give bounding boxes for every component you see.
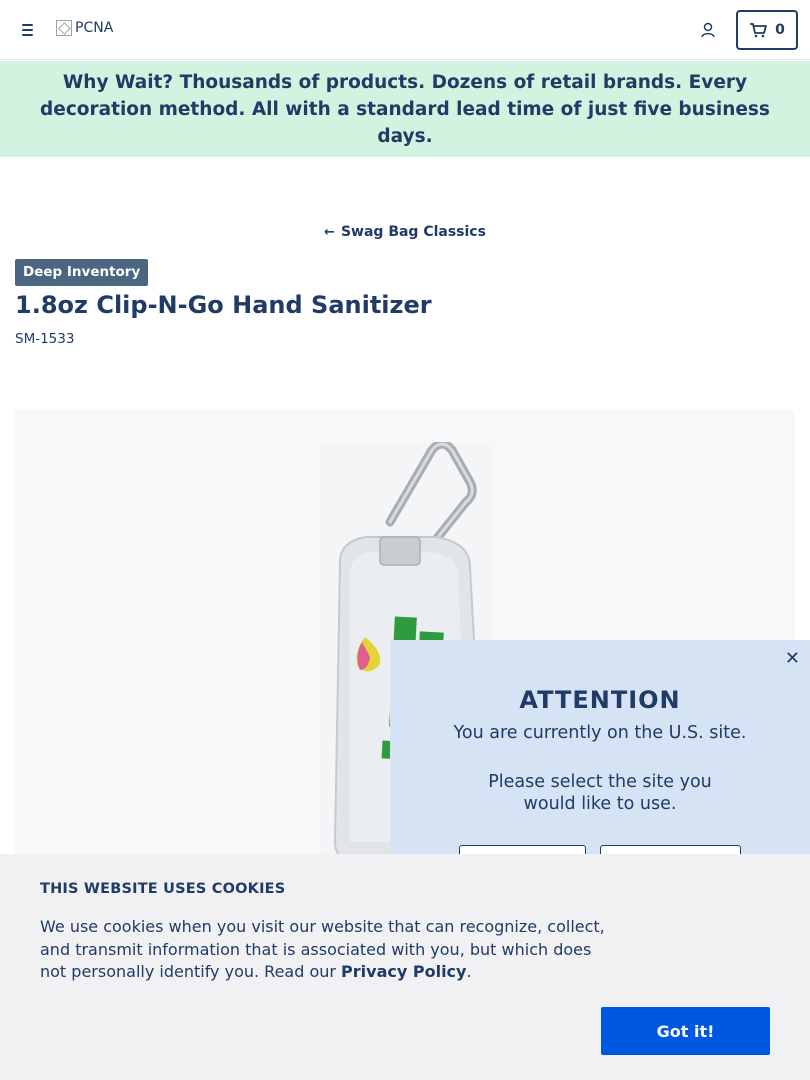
- site-header: PCNA 0: [0, 0, 810, 60]
- cart-count: 0: [775, 22, 785, 38]
- cookie-body-suffix: .: [466, 962, 472, 981]
- cart-button[interactable]: 0: [736, 10, 798, 50]
- back-to-category-link[interactable]: ← Swag Bag Classics: [0, 224, 810, 240]
- cookie-body-text: We use cookies when you visit our websit…: [40, 917, 605, 981]
- promo-text: Why Wait? Thousands of products. Dozens …: [14, 69, 796, 150]
- back-link-label: Swag Bag Classics: [340, 224, 486, 240]
- cart-icon: [750, 23, 768, 38]
- broken-image-icon: [56, 20, 72, 36]
- accept-cookies-button[interactable]: Got it!: [601, 1007, 770, 1055]
- cookie-banner: THIS WEBSITE USES COOKIES We use cookies…: [0, 854, 810, 1080]
- promo-lead: Why Wait?: [62, 71, 174, 93]
- account-icon[interactable]: [698, 20, 718, 40]
- close-icon[interactable]: ✕: [785, 648, 800, 669]
- site-logo[interactable]: PCNA: [56, 20, 113, 36]
- modal-instruction-line-1: Please select the site you: [488, 772, 712, 792]
- inventory-badge: Deep Inventory: [15, 259, 149, 286]
- modal-title: ATTENTION: [519, 686, 681, 714]
- logo-alt-text: PCNA: [75, 20, 114, 36]
- product-sku: SM-1533: [15, 331, 75, 347]
- hamburger-menu-icon[interactable]: [18, 20, 38, 40]
- privacy-policy-link[interactable]: Privacy Policy: [341, 962, 466, 981]
- promo-banner: Why Wait? Thousands of products. Dozens …: [0, 61, 810, 157]
- modal-instruction-line-2: would like to use.: [523, 794, 677, 814]
- product-title: 1.8oz Clip-N-Go Hand Sanitizer: [15, 291, 432, 319]
- arrow-left-icon: ←: [324, 225, 335, 240]
- modal-current-site-text: You are currently on the U.S. site.: [453, 723, 747, 743]
- cookie-banner-title: THIS WEBSITE USES COOKIES: [40, 881, 286, 897]
- cookie-banner-text: We use cookies when you visit our websit…: [40, 916, 620, 984]
